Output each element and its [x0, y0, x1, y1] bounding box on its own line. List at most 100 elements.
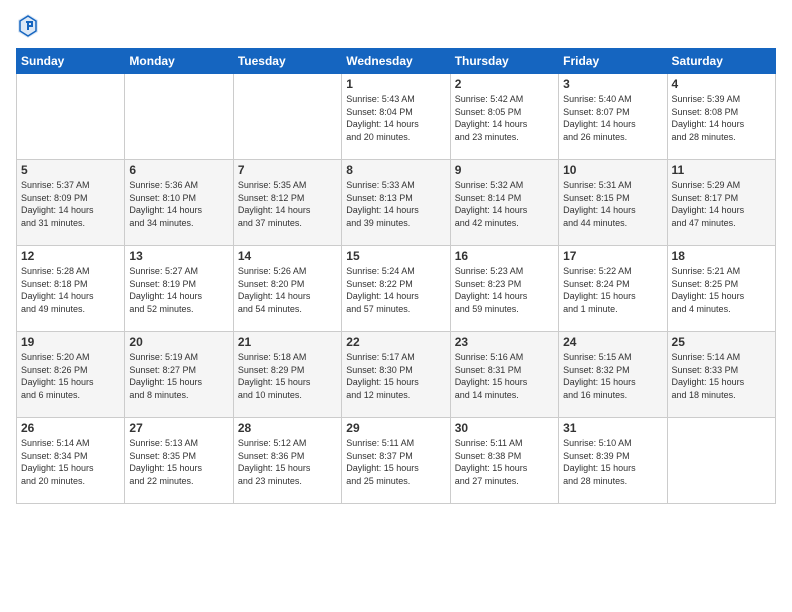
day-cell: 2 Sunrise: 5:42 AM Sunset: 8:05 PM Daylig…	[450, 74, 558, 160]
day-number: 7	[238, 163, 337, 177]
day-info: Sunrise: 5:22 AM Sunset: 8:24 PM Dayligh…	[563, 265, 662, 315]
day-info: Sunrise: 5:14 AM Sunset: 8:33 PM Dayligh…	[672, 351, 771, 401]
day-number: 22	[346, 335, 445, 349]
day-number: 29	[346, 421, 445, 435]
day-number: 1	[346, 77, 445, 91]
col-thursday: Thursday	[450, 49, 558, 74]
day-number: 15	[346, 249, 445, 263]
day-number: 23	[455, 335, 554, 349]
day-cell: 29 Sunrise: 5:11 AM Sunset: 8:37 PM Dayli…	[342, 418, 450, 504]
day-cell: 16 Sunrise: 5:23 AM Sunset: 8:23 PM Dayli…	[450, 246, 558, 332]
day-number: 16	[455, 249, 554, 263]
day-info: Sunrise: 5:11 AM Sunset: 8:37 PM Dayligh…	[346, 437, 445, 487]
day-cell: 6 Sunrise: 5:36 AM Sunset: 8:10 PM Daylig…	[125, 160, 233, 246]
day-info: Sunrise: 5:12 AM Sunset: 8:36 PM Dayligh…	[238, 437, 337, 487]
day-info: Sunrise: 5:35 AM Sunset: 8:12 PM Dayligh…	[238, 179, 337, 229]
day-cell: 20 Sunrise: 5:19 AM Sunset: 8:27 PM Dayli…	[125, 332, 233, 418]
day-info: Sunrise: 5:27 AM Sunset: 8:19 PM Dayligh…	[129, 265, 228, 315]
week-row-1: 1 Sunrise: 5:43 AM Sunset: 8:04 PM Daylig…	[17, 74, 776, 160]
day-info: Sunrise: 5:33 AM Sunset: 8:13 PM Dayligh…	[346, 179, 445, 229]
day-number: 2	[455, 77, 554, 91]
day-cell: 23 Sunrise: 5:16 AM Sunset: 8:31 PM Dayli…	[450, 332, 558, 418]
day-info: Sunrise: 5:36 AM Sunset: 8:10 PM Dayligh…	[129, 179, 228, 229]
day-info: Sunrise: 5:15 AM Sunset: 8:32 PM Dayligh…	[563, 351, 662, 401]
day-number: 12	[21, 249, 120, 263]
day-number: 18	[672, 249, 771, 263]
day-info: Sunrise: 5:11 AM Sunset: 8:38 PM Dayligh…	[455, 437, 554, 487]
col-tuesday: Tuesday	[233, 49, 341, 74]
day-info: Sunrise: 5:37 AM Sunset: 8:09 PM Dayligh…	[21, 179, 120, 229]
day-info: Sunrise: 5:20 AM Sunset: 8:26 PM Dayligh…	[21, 351, 120, 401]
day-number: 19	[21, 335, 120, 349]
day-number: 3	[563, 77, 662, 91]
day-info: Sunrise: 5:21 AM Sunset: 8:25 PM Dayligh…	[672, 265, 771, 315]
day-cell: 27Sunrise: 5:13 AM Sunset: 8:35 PM Dayli…	[125, 418, 233, 504]
col-friday: Friday	[559, 49, 667, 74]
day-cell: 17 Sunrise: 5:22 AM Sunset: 8:24 PM Dayli…	[559, 246, 667, 332]
day-number: 27	[129, 421, 228, 435]
day-cell	[667, 418, 775, 504]
day-info: Sunrise: 5:17 AM Sunset: 8:30 PM Dayligh…	[346, 351, 445, 401]
day-cell: 30Sunrise: 5:11 AM Sunset: 8:38 PM Dayli…	[450, 418, 558, 504]
day-cell: 26 Sunrise: 5:14 AM Sunset: 8:34 PM Dayli…	[17, 418, 125, 504]
day-number: 14	[238, 249, 337, 263]
day-info: Sunrise: 5:16 AM Sunset: 8:31 PM Dayligh…	[455, 351, 554, 401]
day-cell	[233, 74, 341, 160]
day-cell: 11 Sunrise: 5:29 AM Sunset: 8:17 PM Dayli…	[667, 160, 775, 246]
day-cell	[17, 74, 125, 160]
day-cell: 24 Sunrise: 5:15 AM Sunset: 8:32 PM Dayli…	[559, 332, 667, 418]
day-number: 13	[129, 249, 228, 263]
week-row-2: 5Sunrise: 5:37 AM Sunset: 8:09 PM Daylig…	[17, 160, 776, 246]
week-row-5: 26 Sunrise: 5:14 AM Sunset: 8:34 PM Dayli…	[17, 418, 776, 504]
day-info: Sunrise: 5:19 AM Sunset: 8:27 PM Dayligh…	[129, 351, 228, 401]
day-cell: 13 Sunrise: 5:27 AM Sunset: 8:19 PM Dayli…	[125, 246, 233, 332]
day-number: 4	[672, 77, 771, 91]
day-cell: 4 Sunrise: 5:39 AM Sunset: 8:08 PM Daylig…	[667, 74, 775, 160]
day-info: Sunrise: 5:18 AM Sunset: 8:29 PM Dayligh…	[238, 351, 337, 401]
day-info: Sunrise: 5:14 AM Sunset: 8:34 PM Dayligh…	[21, 437, 120, 487]
logo	[16, 12, 44, 40]
day-cell: 18 Sunrise: 5:21 AM Sunset: 8:25 PM Dayli…	[667, 246, 775, 332]
calendar-page: Sunday Monday Tuesday Wednesday Thursday…	[0, 0, 792, 612]
day-number: 11	[672, 163, 771, 177]
day-cell: 12 Sunrise: 5:28 AM Sunset: 8:18 PM Dayli…	[17, 246, 125, 332]
day-number: 24	[563, 335, 662, 349]
day-info: Sunrise: 5:42 AM Sunset: 8:05 PM Dayligh…	[455, 93, 554, 143]
day-number: 6	[129, 163, 228, 177]
day-cell: 15 Sunrise: 5:24 AM Sunset: 8:22 PM Dayli…	[342, 246, 450, 332]
day-number: 28	[238, 421, 337, 435]
day-number: 8	[346, 163, 445, 177]
day-cell: 21Sunrise: 5:18 AM Sunset: 8:29 PM Dayli…	[233, 332, 341, 418]
col-wednesday: Wednesday	[342, 49, 450, 74]
col-monday: Monday	[125, 49, 233, 74]
day-info: Sunrise: 5:24 AM Sunset: 8:22 PM Dayligh…	[346, 265, 445, 315]
day-info: Sunrise: 5:43 AM Sunset: 8:04 PM Dayligh…	[346, 93, 445, 143]
day-info: Sunrise: 5:10 AM Sunset: 8:39 PM Dayligh…	[563, 437, 662, 487]
day-number: 20	[129, 335, 228, 349]
day-cell: 22 Sunrise: 5:17 AM Sunset: 8:30 PM Dayli…	[342, 332, 450, 418]
day-cell: 9Sunrise: 5:32 AM Sunset: 8:14 PM Daylig…	[450, 160, 558, 246]
day-cell: 8 Sunrise: 5:33 AM Sunset: 8:13 PM Daylig…	[342, 160, 450, 246]
day-number: 9	[455, 163, 554, 177]
week-row-4: 19 Sunrise: 5:20 AM Sunset: 8:26 PM Dayli…	[17, 332, 776, 418]
day-cell: 19 Sunrise: 5:20 AM Sunset: 8:26 PM Dayli…	[17, 332, 125, 418]
day-number: 26	[21, 421, 120, 435]
calendar-table: Sunday Monday Tuesday Wednesday Thursday…	[16, 48, 776, 504]
day-number: 17	[563, 249, 662, 263]
day-info: Sunrise: 5:26 AM Sunset: 8:20 PM Dayligh…	[238, 265, 337, 315]
day-info: Sunrise: 5:23 AM Sunset: 8:23 PM Dayligh…	[455, 265, 554, 315]
day-cell: 3Sunrise: 5:40 AM Sunset: 8:07 PM Daylig…	[559, 74, 667, 160]
day-info: Sunrise: 5:29 AM Sunset: 8:17 PM Dayligh…	[672, 179, 771, 229]
header	[16, 12, 776, 40]
day-cell: 31 Sunrise: 5:10 AM Sunset: 8:39 PM Dayli…	[559, 418, 667, 504]
day-info: Sunrise: 5:28 AM Sunset: 8:18 PM Dayligh…	[21, 265, 120, 315]
logo-icon	[16, 12, 40, 40]
day-cell	[125, 74, 233, 160]
day-number: 10	[563, 163, 662, 177]
col-sunday: Sunday	[17, 49, 125, 74]
day-cell: 25Sunrise: 5:14 AM Sunset: 8:33 PM Dayli…	[667, 332, 775, 418]
header-row: Sunday Monday Tuesday Wednesday Thursday…	[17, 49, 776, 74]
day-info: Sunrise: 5:39 AM Sunset: 8:08 PM Dayligh…	[672, 93, 771, 143]
day-cell: 14 Sunrise: 5:26 AM Sunset: 8:20 PM Dayli…	[233, 246, 341, 332]
day-number: 31	[563, 421, 662, 435]
